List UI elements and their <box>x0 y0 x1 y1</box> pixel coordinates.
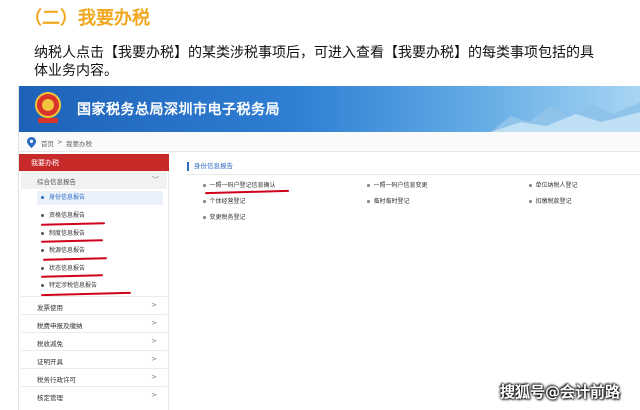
sidebar-item-invoice-use[interactable]: 发票使用 > <box>21 296 167 314</box>
sidebar-item-certificate[interactable]: 证明开具 > <box>21 350 167 368</box>
service-link[interactable]: 临时临时登记 <box>367 196 410 205</box>
bullet-icon <box>367 200 370 203</box>
breadcrumb: 首页 > 我要办税 <box>19 132 640 152</box>
bullet-icon <box>41 196 44 199</box>
tax-portal-screenshot: 国家税务总局深圳市电子税务局 首页 > 我要办税 我要办税 综合信息报告 ﹀ 身… <box>18 86 640 410</box>
sidebar-subitem-specific-tax-report[interactable]: 特定涉税信息报告 <box>41 279 97 293</box>
chevron-right-icon: > <box>151 373 157 381</box>
slide-paragraph: 纳税人点击【我要办税】的某类涉税事项后，可进入查看【我要办税】的每类事项包括的具… <box>34 45 594 79</box>
chevron-right-icon: > <box>151 337 157 345</box>
service-link[interactable]: 一照一码户信息变更 <box>367 180 428 189</box>
sidebar-item-declare-pay[interactable]: 税费申报及缴纳 > <box>21 314 167 332</box>
sidebar-header[interactable]: 我要办税 <box>19 154 169 171</box>
hand-drawn-underline <box>204 189 290 194</box>
sidebar-item-assessment[interactable]: 核定管理 > <box>21 386 167 404</box>
bullet-icon <box>367 184 370 187</box>
hand-drawn-underline <box>42 257 108 261</box>
watermark: 搜狐号@会计前路 <box>500 383 621 401</box>
hand-drawn-underline <box>40 239 104 243</box>
chevron-right-icon: > <box>151 391 157 399</box>
sidebar: 我要办税 综合信息报告 ﹀ 身份信息报告 资格信息报告 制度信息报告 税源信息报… <box>19 154 169 410</box>
sidebar-subitem-identity-report[interactable]: 身份信息报告 <box>37 191 163 205</box>
great-wall-decoration <box>491 102 640 132</box>
bullet-icon <box>41 249 44 252</box>
breadcrumb-home-link[interactable]: 首页 <box>41 138 54 148</box>
service-link[interactable]: 个体经营登记 <box>203 196 246 205</box>
portal-banner: 国家税务总局深圳市电子税务局 <box>19 86 640 132</box>
bullet-icon <box>203 216 206 219</box>
chevron-right-icon: > <box>151 355 157 363</box>
section-title: 身份信息报告 <box>187 162 233 171</box>
slide-heading: （二）我要办税 <box>24 8 150 29</box>
sidebar-item-admin-license[interactable]: 税务行政许可 > <box>21 368 167 386</box>
bullet-icon <box>41 232 44 235</box>
sidebar-group-label: 综合信息报告 <box>37 178 76 186</box>
portal-title: 国家税务总局深圳市电子税务局 <box>77 102 280 118</box>
bullet-icon <box>529 200 532 203</box>
national-emblem-icon <box>35 92 61 123</box>
bullet-icon <box>203 200 206 203</box>
chevron-down-icon: ﹀ <box>152 176 159 184</box>
bullet-icon <box>529 184 532 187</box>
sidebar-item-tax-relief[interactable]: 税收减免 > <box>21 332 167 350</box>
breadcrumb-current: 我要办税 <box>66 140 92 148</box>
bullet-icon <box>203 184 206 187</box>
sidebar-subitem-qualification-report[interactable]: 资格信息报告 <box>41 209 85 223</box>
bullet-icon <box>41 214 44 217</box>
breadcrumb-separator: > <box>57 138 63 146</box>
section-divider <box>187 174 640 175</box>
service-link[interactable]: 变更税务登记 <box>203 212 246 221</box>
hand-drawn-underline <box>40 274 104 278</box>
bullet-icon <box>41 267 44 270</box>
chevron-right-icon: > <box>151 319 157 327</box>
chevron-right-icon: > <box>151 301 157 309</box>
service-link[interactable]: 一照一码户登记信息确认 <box>203 180 276 189</box>
sidebar-group-comprehensive-report[interactable]: 综合信息报告 ﹀ <box>21 171 167 189</box>
hand-drawn-underline <box>40 222 106 226</box>
main-content: 身份信息报告 一照一码户登记信息确认 一照一码户信息变更 单位纳税人登记 个体经… <box>179 154 640 410</box>
sidebar-subitem-tax-source-report[interactable]: 税源信息报告 <box>41 244 85 258</box>
bullet-icon <box>41 284 44 287</box>
service-link[interactable]: 扣缴税款登记 <box>529 196 572 205</box>
location-pin-icon <box>27 137 36 148</box>
service-link[interactable]: 单位纳税人登记 <box>529 180 578 189</box>
